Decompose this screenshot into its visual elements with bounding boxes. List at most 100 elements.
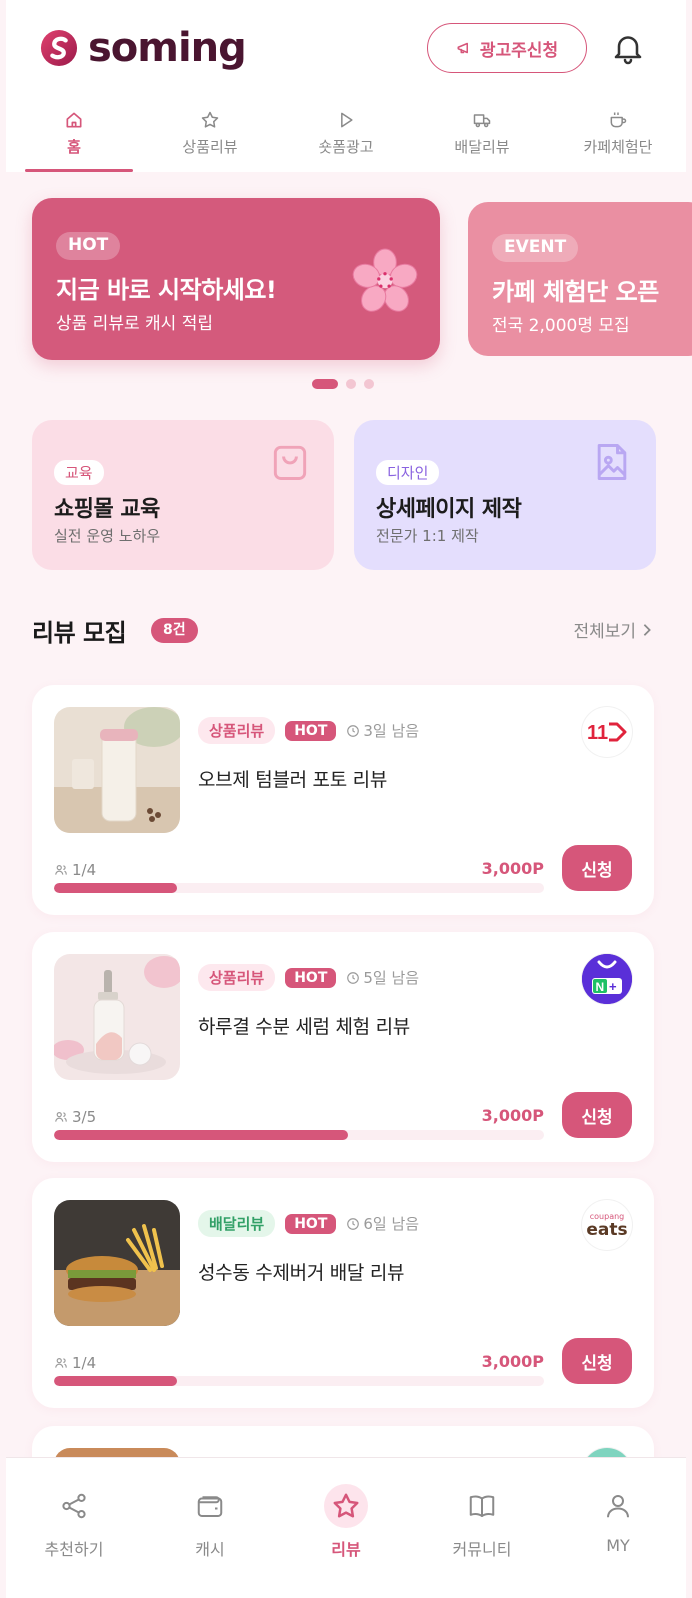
svg-text:11: 11	[587, 722, 608, 743]
burger-thumbnail	[54, 1200, 180, 1326]
participant-count: 1/4	[54, 1354, 96, 1372]
wallet-icon	[188, 1484, 232, 1528]
book-icon	[460, 1484, 504, 1528]
nav-label: 리뷰	[331, 1540, 361, 1559]
banner-title: 카페 체험단 오픈	[492, 278, 659, 306]
tab-label: 배달리뷰	[454, 138, 510, 156]
app-header: soming 광고주신청	[6, 0, 686, 96]
days-left: 3일 남음	[346, 720, 419, 741]
promo-tag: 디자인	[376, 460, 440, 485]
users-icon	[55, 865, 67, 875]
participant-count: 1/4	[54, 861, 96, 879]
see-all-link[interactable]: 전체보기	[573, 617, 652, 642]
apply-button[interactable]: 신청	[562, 845, 632, 891]
promo-card-education[interactable]: 교육 쇼핑몰 교육 실전 운영 노하우	[32, 420, 334, 570]
truck-icon	[473, 114, 491, 128]
participant-count-text: 1/4	[72, 861, 97, 879]
tab-home[interactable]: 홈	[6, 96, 142, 172]
svg-text:+: +	[609, 979, 617, 994]
serum-thumbnail	[54, 954, 180, 1080]
coupang-eats-logo-icon: coupang eats	[582, 1200, 632, 1250]
section-title: 리뷰 모집	[32, 619, 127, 647]
carousel-dot[interactable]	[346, 379, 356, 389]
hot-badge: HOT	[285, 720, 337, 741]
coupang-eats-logo-text: eats	[586, 1219, 628, 1240]
hot-badge: HOT	[285, 967, 337, 988]
apply-button[interactable]: 신청	[562, 1338, 632, 1384]
user-icon	[596, 1484, 640, 1528]
reward-points: 3,000P	[481, 1352, 544, 1371]
category-badge: 배달리뷰	[198, 1210, 276, 1237]
image-file-icon	[597, 444, 627, 480]
logo[interactable]: soming	[40, 25, 247, 71]
progress-fill	[54, 1376, 177, 1386]
days-left-text: 5일 남음	[363, 969, 420, 987]
svg-text:N: N	[596, 980, 605, 994]
progress-bar	[54, 1376, 544, 1386]
tab-delivery-review[interactable]: 배달리뷰	[414, 96, 550, 172]
carousel-dot[interactable]	[312, 379, 338, 389]
participant-count-text: 1/4	[72, 1354, 97, 1372]
notification-bell-icon[interactable]	[610, 30, 646, 66]
play-icon	[341, 112, 353, 128]
shopping-bag-icon	[273, 445, 307, 480]
banner-event[interactable]: EVENT 카페 체험단 오픈 전국 2,000명 모집	[468, 202, 692, 356]
nav-label: 추천하기	[44, 1540, 104, 1559]
clock-icon	[347, 971, 360, 984]
review-count-badge: 8건	[151, 618, 198, 643]
banner-tag: HOT	[56, 232, 121, 260]
11st-logo-icon: 11	[582, 707, 632, 757]
apply-button[interactable]: 신청	[562, 1092, 632, 1138]
banner-tag: EVENT	[492, 234, 579, 262]
review-title: 성수동 수제버거 배달 리뷰	[198, 1262, 405, 1284]
reward-points: 3,000P	[481, 1106, 544, 1125]
nav-recommend[interactable]: 추천하기	[6, 1458, 142, 1598]
logo-mark-icon	[40, 29, 78, 67]
tab-shortform-ad[interactable]: 숏폼광고	[278, 96, 414, 172]
nav-review[interactable]: 리뷰	[278, 1458, 414, 1598]
users-icon	[55, 1112, 67, 1122]
tab-cafe-experience[interactable]: 카페체험단	[550, 96, 686, 172]
tab-label: 카페체험단	[583, 138, 653, 156]
banner-hot[interactable]: HOT 지금 바로 시작하세요! 상품 리뷰로 캐시 적립	[32, 198, 440, 360]
progress-bar	[54, 883, 544, 893]
days-left-text: 3일 남음	[363, 722, 420, 740]
clock-icon	[347, 1217, 360, 1230]
app-root: soming 광고주신청 홈 상품리뷰 숏폼광고 배달리뷰 카페체험단 HOT …	[0, 0, 692, 1598]
chevron-right-icon	[643, 623, 651, 636]
days-left: 5일 남음	[346, 967, 419, 988]
category-badge: 상품리뷰	[198, 964, 276, 991]
tab-label: 숏폼광고	[318, 138, 374, 156]
review-title: 오브제 텀블러 포토 리뷰	[198, 769, 388, 791]
nav-cash[interactable]: 캐시	[142, 1458, 278, 1598]
nav-my[interactable]: MY	[550, 1458, 686, 1598]
promo-card-design[interactable]: 디자인 상세페이지 제작 전문가 1:1 제작	[354, 420, 656, 570]
users-icon	[55, 1358, 67, 1368]
review-card[interactable]: 상품리뷰 HOT 5일 남음 하루결 수분 세럼 체험 리뷰 N + 3/5 3…	[32, 932, 654, 1162]
category-badge: 상품리뷰	[198, 717, 276, 744]
carousel-indicator	[312, 379, 374, 389]
promo-title: 쇼핑몰 교육	[54, 497, 160, 522]
coffee-cup-icon	[610, 112, 627, 128]
review-card[interactable]: 배달리뷰 HOT 6일 남음 성수동 수제버거 배달 리뷰 coupang ea…	[32, 1178, 654, 1408]
days-left-text: 6일 남음	[363, 1215, 420, 1233]
promo-title: 상세페이지 제작	[376, 497, 522, 522]
advertiser-apply-button[interactable]: 광고주신청	[427, 23, 587, 73]
tab-label: 상품리뷰	[182, 138, 238, 156]
progress-fill	[54, 1130, 348, 1140]
logo-text: soming	[88, 25, 247, 71]
nav-label: MY	[606, 1536, 630, 1555]
review-card[interactable]: 상품리뷰 HOT 3일 남음 오브제 텀블러 포토 리뷰 11 1/4 3,00…	[32, 685, 654, 915]
tab-label: 홈	[67, 138, 81, 156]
home-icon	[66, 112, 82, 128]
tab-product-review[interactable]: 상품리뷰	[142, 96, 278, 172]
days-left: 6일 남음	[346, 1213, 419, 1234]
nav-community[interactable]: 커뮤니티	[414, 1458, 550, 1598]
naver-plus-logo-icon: N +	[582, 954, 632, 1004]
progress-bar	[54, 1130, 544, 1140]
banner-subtitle: 전국 2,000명 모집	[492, 316, 630, 336]
review-title: 하루결 수분 세럼 체험 리뷰	[198, 1016, 410, 1038]
clock-icon	[347, 724, 360, 737]
carousel-dot[interactable]	[364, 379, 374, 389]
participant-count: 3/5	[54, 1108, 96, 1126]
